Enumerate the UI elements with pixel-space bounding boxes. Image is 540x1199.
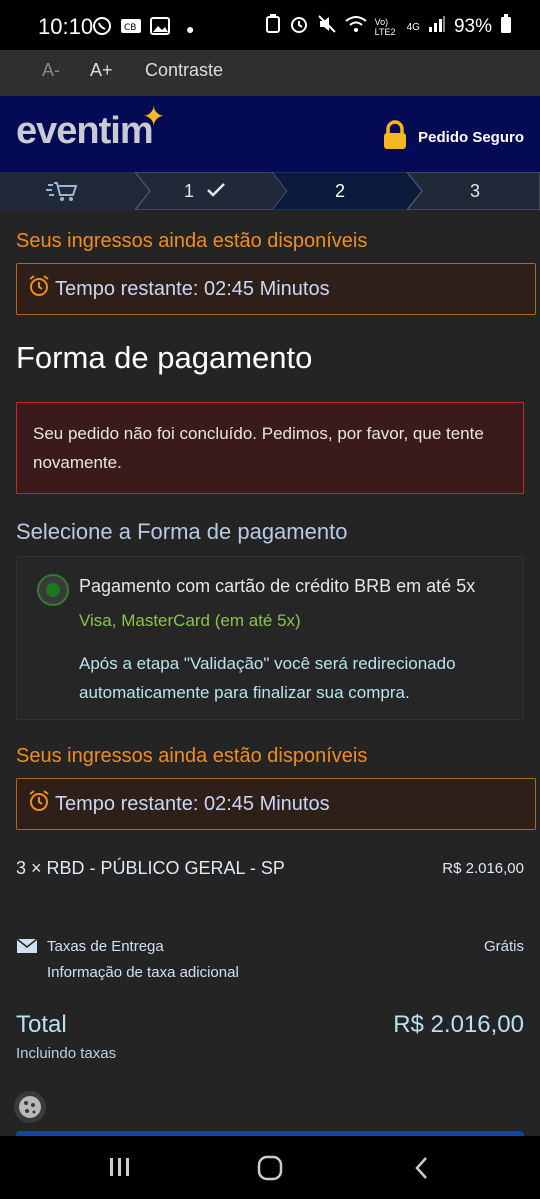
error-message: Seu pedido não foi concluído. Pedimos, p…	[33, 424, 484, 472]
font-decrease-button[interactable]: A-	[42, 60, 60, 81]
order-item-name: 3 × RBD - PÚBLICO GERAL - SP	[16, 858, 285, 878]
availability-message: Seus ingressos ainda estão disponíveis	[16, 230, 368, 252]
image-icon	[150, 17, 170, 40]
font-increase-button[interactable]: A+	[90, 60, 113, 81]
total-note: Incluindo taxas	[16, 1045, 117, 1062]
step-3: 3	[470, 181, 481, 201]
total-label: Total	[16, 1011, 67, 1038]
notification-icons: CB ●	[92, 16, 194, 41]
order-item-row: 3 × RBD - PÚBLICO GERAL - SP R$ 2.016,00	[16, 858, 524, 882]
availability-message-bottom: Seus ingressos ainda estão disponíveis	[16, 745, 368, 767]
payment-option-cards: Visa, MasterCard (em até 5x)	[79, 611, 301, 630]
total-row: Total R$ 2.016,00 Incluindo taxas	[16, 1011, 524, 1067]
alarm-icon	[289, 14, 309, 40]
battery-icon	[500, 14, 512, 40]
cookie-settings-button[interactable]	[14, 1091, 46, 1123]
lock-icon	[382, 120, 408, 154]
wifi-icon	[345, 15, 367, 39]
battery-percent: 93%	[453, 16, 492, 37]
timer-label: Tempo restante: 02:45 Minutos	[55, 277, 330, 300]
cart-icon[interactable]	[46, 180, 78, 207]
logo-star-icon: ✦	[142, 101, 166, 132]
mute-icon	[317, 14, 337, 40]
signal-icon	[428, 15, 446, 39]
accessibility-bar: A- A+ Contraste	[0, 50, 540, 96]
svg-text:CB: CB	[124, 23, 136, 33]
envelope-icon	[16, 938, 38, 959]
timer-box: Tempo restante: 02:45 Minutos	[16, 263, 536, 315]
battery-saver-icon	[265, 14, 281, 40]
payment-radio-selected[interactable]	[37, 574, 69, 606]
payment-option-title: Pagamento com cartão de crédito BRB em a…	[79, 576, 476, 596]
caption-icon: CB	[120, 17, 142, 40]
status-time: 10:10	[38, 14, 94, 39]
step-2: 2	[335, 181, 346, 201]
status-bar: 10:10 CB ● Vo) LTE2 4G 93%	[0, 0, 540, 50]
step-1[interactable]: 1	[184, 181, 194, 202]
steps-background	[0, 172, 540, 210]
recent-apps-icon[interactable]	[108, 1156, 132, 1183]
total-value: R$ 2.016,00	[393, 1011, 524, 1038]
android-nav-bar	[0, 1136, 540, 1199]
delivery-label: Taxas de Entrega	[47, 938, 164, 955]
whatsapp-icon	[92, 16, 112, 41]
delivery-price: Grátis	[483, 938, 524, 955]
timer-label-bottom: Tempo restante: 02:45 Minutos	[55, 792, 330, 815]
alarm-clock-icon	[27, 789, 51, 819]
system-icons: Vo) LTE2 4G 93%	[265, 14, 512, 40]
cookie-icon	[19, 1096, 41, 1118]
volte-icon: Vo) LTE2	[374, 17, 396, 37]
alarm-clock-icon	[27, 274, 51, 304]
secure-order: Pedido Seguro	[382, 120, 524, 154]
contrast-button[interactable]: Contraste	[145, 60, 223, 81]
back-icon[interactable]	[412, 1155, 432, 1186]
home-icon[interactable]	[257, 1155, 283, 1186]
secure-order-label: Pedido Seguro	[418, 128, 524, 146]
network-label: 4G	[406, 21, 420, 33]
page-title: Forma de pagamento	[16, 340, 313, 375]
eventim-logo[interactable]: eventim	[16, 110, 154, 153]
select-payment-title: Selecione a Forma de pagamento	[16, 519, 348, 544]
checkout-steps: 1 2 3	[0, 172, 540, 210]
site-header: eventim ✦ Pedido Seguro	[0, 96, 540, 172]
payment-option-note: Após a etapa "Validação" você será redir…	[79, 654, 456, 702]
timer-box-bottom: Tempo restante: 02:45 Minutos	[16, 778, 536, 830]
payment-option-card[interactable]: Pagamento com cartão de crédito BRB em a…	[16, 556, 524, 720]
delivery-info-link[interactable]: Informação de taxa adicional	[47, 964, 239, 981]
delivery-row: Taxas de Entrega Informação de taxa adic…	[16, 936, 524, 986]
check-icon	[206, 181, 226, 204]
dot-icon: ●	[186, 20, 195, 37]
error-alert: Seu pedido não foi concluído. Pedimos, p…	[16, 402, 524, 494]
order-item-price: R$ 2.016,00	[442, 860, 524, 877]
